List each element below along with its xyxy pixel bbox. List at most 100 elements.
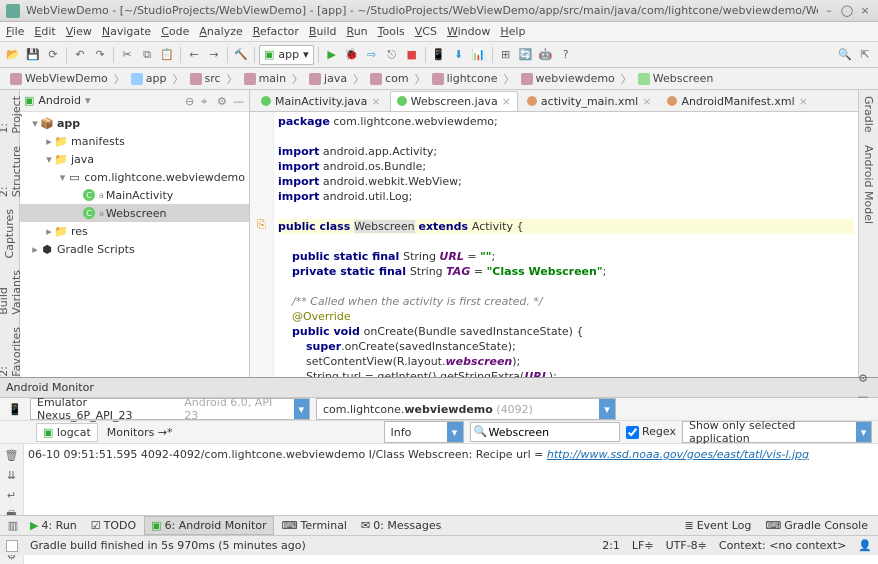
stop-icon[interactable]: ■ (403, 46, 421, 64)
tree-res[interactable]: ▸📁res (20, 222, 249, 240)
menu-window[interactable]: Window (447, 25, 490, 38)
menu-edit[interactable]: Edit (34, 25, 55, 38)
tab-todo[interactable]: ☑TODO (85, 517, 142, 534)
tree-manifests[interactable]: ▸📁manifests (20, 132, 249, 150)
sidetab-buildvariants[interactable]: Build Variants (0, 264, 25, 321)
target-icon[interactable]: ⌖ (201, 95, 213, 107)
tab-gradle-console[interactable]: ⌨Gradle Console (759, 517, 874, 534)
encoding[interactable]: UTF-8≑ (666, 539, 707, 552)
line-separator[interactable]: LF≑ (632, 539, 654, 552)
run-config-combo[interactable]: ▣ app ▾ (259, 45, 314, 65)
tree-comlightconewebviewdemo[interactable]: ▾▭com.lightcone.webviewdemo (20, 168, 249, 186)
sidetab-project[interactable]: 1: Project (0, 90, 25, 140)
maximize-button[interactable]: ◯ (840, 4, 854, 17)
menu-tools[interactable]: Tools (378, 25, 405, 38)
breadcrumb-java[interactable]: java (303, 72, 353, 85)
tree-gradlescripts[interactable]: ▸⬢Gradle Scripts (20, 240, 249, 258)
sync-icon[interactable]: ⟳ (44, 46, 62, 64)
tree-webscreen[interactable]: CaWebscreen (20, 204, 249, 222)
sidetab-structure[interactable]: 2: Structure (0, 140, 25, 203)
profile-icon[interactable]: ⇨ (363, 46, 381, 64)
gear-icon[interactable]: ⚙ (854, 370, 872, 388)
breadcrumb-webscreen[interactable]: Webscreen (632, 72, 720, 85)
tree-mainactivity[interactable]: CaMainActivity (20, 186, 249, 204)
menu-refactor[interactable]: Refactor (253, 25, 299, 38)
sidetab-favorites[interactable]: 2: Favorites (0, 321, 25, 383)
make-icon[interactable]: 🔨 (232, 46, 250, 64)
menu-vcs[interactable]: VCS (415, 25, 437, 38)
collapse-icon[interactable]: ⊖ (185, 95, 197, 107)
monitor-icon[interactable]: 📊 (470, 46, 488, 64)
menu-navigate[interactable]: Navigate (102, 25, 151, 38)
chevron-down-icon[interactable]: ▾ (85, 94, 91, 107)
tree-app[interactable]: ▾📦app (20, 114, 249, 132)
attach-icon[interactable]: ⎋ (383, 46, 401, 64)
forward-icon[interactable]: → (205, 46, 223, 64)
close-icon[interactable]: × (642, 95, 651, 108)
device-combo[interactable]: Emulator Nexus_6P_API_23 Android 6.0, AP… (30, 398, 310, 420)
copy-icon[interactable]: ⧉ (138, 46, 156, 64)
redo-icon[interactable]: ↷ (91, 46, 109, 64)
avd-icon[interactable]: 📱 (430, 46, 448, 64)
sdk-icon[interactable]: ⬇ (450, 46, 468, 64)
inspector-icon[interactable]: 👤 (858, 539, 872, 552)
loglevel-combo[interactable]: Info▾ (384, 421, 464, 443)
wrap-icon[interactable]: ↵ (3, 486, 21, 504)
menu-run[interactable]: Run (347, 25, 368, 38)
breadcrumb-app[interactable]: app (125, 72, 173, 85)
toggle-icon[interactable]: ▥ (4, 517, 22, 535)
minimize-button[interactable]: – (822, 4, 836, 17)
open-icon[interactable]: 📂 (4, 46, 22, 64)
editor-tab-androidmanifest[interactable]: AndroidManifest.xml× (660, 91, 814, 111)
cut-icon[interactable]: ✂ (118, 46, 136, 64)
search-icon[interactable]: 🔍 (836, 46, 854, 64)
editor-tab-mainactivity[interactable]: MainActivity.java× (254, 91, 388, 111)
menu-help[interactable]: Help (500, 25, 525, 38)
menu-view[interactable]: View (66, 25, 92, 38)
paste-icon[interactable]: 📋 (158, 46, 176, 64)
debug-icon[interactable]: 🐞 (343, 46, 361, 64)
log-search-input[interactable] (470, 422, 620, 442)
tab-logcat[interactable]: ▣ logcat (36, 423, 98, 442)
breadcrumb-com[interactable]: com (364, 72, 415, 85)
sidetab-androidmodel[interactable]: Android Model (860, 139, 877, 230)
clear-icon[interactable]: 🗑 (3, 446, 21, 464)
sync-gradle-icon[interactable]: 🔄 (517, 46, 535, 64)
tab-terminal[interactable]: ⌨Terminal (276, 517, 353, 534)
help-icon[interactable]: ? (557, 46, 575, 64)
status-square-icon[interactable] (6, 540, 18, 552)
close-button[interactable]: × (858, 4, 872, 17)
breadcrumb-webviewdemo[interactable]: WebViewDemo (4, 72, 114, 85)
settings-icon[interactable]: ⇱ (856, 46, 874, 64)
breadcrumb-main[interactable]: main (238, 72, 292, 85)
regex-checkbox[interactable]: Regex (626, 425, 676, 439)
code-view[interactable]: package com.lightcone.webviewdemo; impor… (274, 112, 858, 377)
sidetab-gradle[interactable]: Gradle (860, 90, 877, 139)
editor-tab-activity_main[interactable]: activity_main.xml× (520, 91, 659, 111)
tab-messages[interactable]: ✉0: Messages (355, 517, 447, 534)
close-icon[interactable]: × (502, 95, 511, 108)
android-icon[interactable]: 🤖 (537, 46, 555, 64)
menu-file[interactable]: File (6, 25, 24, 38)
sidetab-captures[interactable]: Captures (1, 203, 18, 264)
tree-java[interactable]: ▾📁java (20, 150, 249, 168)
tab-eventlog[interactable]: ≣Event Log (678, 517, 757, 534)
tab-run[interactable]: ▶4: Run (24, 517, 83, 534)
structure-icon[interactable]: ⊞ (497, 46, 515, 64)
minimize-panel-icon[interactable]: — (233, 95, 245, 107)
save-icon[interactable]: 💾 (24, 46, 42, 64)
undo-icon[interactable]: ↶ (71, 46, 89, 64)
process-combo[interactable]: com.lightcone.webviewdemo (4092) ▾ (316, 398, 616, 420)
gear-icon[interactable]: ⚙ (217, 95, 229, 107)
tab-monitors[interactable]: Monitors →* (100, 423, 180, 442)
close-icon[interactable]: × (371, 95, 380, 108)
back-icon[interactable]: ← (185, 46, 203, 64)
breadcrumb-src[interactable]: src (184, 72, 227, 85)
tab-android-monitor[interactable]: ▣6: Android Monitor (144, 516, 273, 535)
context[interactable]: Context: <no context> (719, 539, 846, 552)
breadcrumb-webviewdemo[interactable]: webviewdemo (515, 72, 621, 85)
menu-build[interactable]: Build (309, 25, 337, 38)
close-icon[interactable]: × (799, 95, 808, 108)
menu-code[interactable]: Code (161, 25, 189, 38)
filter-combo[interactable]: Show only selected application▾ (682, 421, 872, 443)
